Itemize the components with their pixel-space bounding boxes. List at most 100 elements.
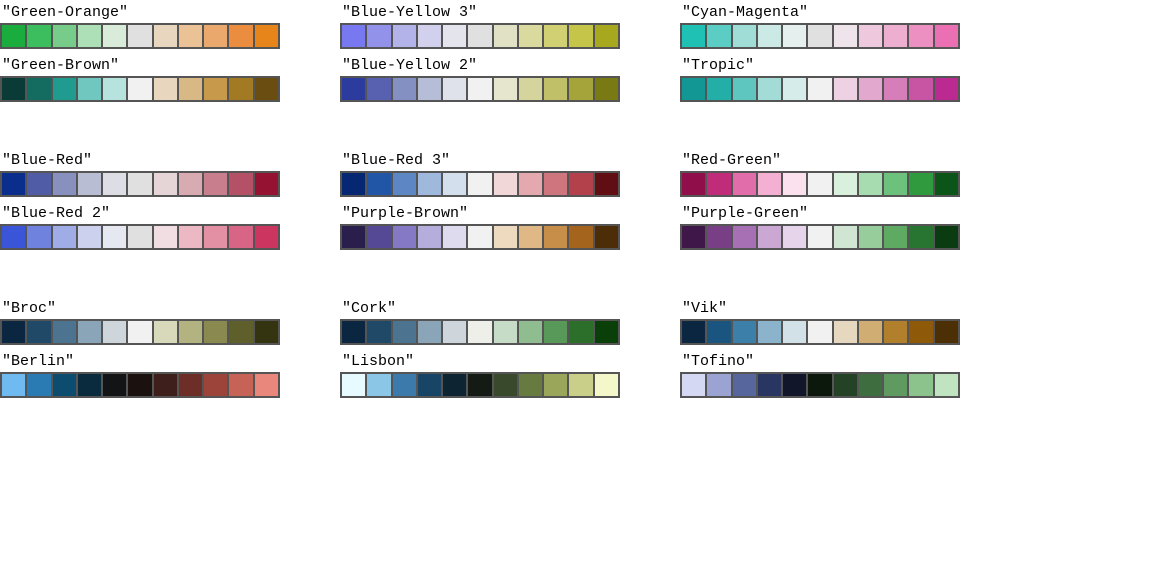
swatch — [1, 77, 26, 101]
swatch — [858, 77, 883, 101]
swatch — [568, 24, 593, 48]
swatch — [1, 225, 26, 249]
swatch — [366, 320, 391, 344]
swatch — [543, 77, 568, 101]
palette: "Red-Green" — [680, 152, 960, 197]
swatch — [757, 320, 782, 344]
swatch — [26, 373, 51, 397]
swatch — [782, 373, 807, 397]
swatch — [467, 172, 492, 196]
swatch — [732, 77, 757, 101]
swatch — [568, 320, 593, 344]
swatch — [934, 172, 959, 196]
swatch — [52, 77, 77, 101]
swatch — [706, 77, 731, 101]
swatch — [254, 24, 279, 48]
swatch — [883, 172, 908, 196]
swatch — [366, 24, 391, 48]
swatch — [228, 77, 253, 101]
swatch — [392, 320, 417, 344]
swatch — [732, 320, 757, 344]
swatch — [493, 373, 518, 397]
swatch — [102, 172, 127, 196]
palette-group: "Broc""Cork""Vik""Berlin""Lisbon""Tofino… — [0, 300, 1152, 398]
palette-row: "Blue-Red 2""Purple-Brown""Purple-Green" — [0, 205, 1152, 250]
swatch — [127, 373, 152, 397]
swatch — [228, 320, 253, 344]
swatch — [1, 24, 26, 48]
swatch — [518, 77, 543, 101]
palette-label: "Blue-Yellow 2" — [340, 57, 620, 74]
swatch-row — [680, 171, 960, 197]
swatch — [732, 24, 757, 48]
swatch — [153, 77, 178, 101]
palette: "Tropic" — [680, 57, 960, 102]
swatch-row — [680, 23, 960, 49]
swatch — [127, 24, 152, 48]
swatch — [908, 77, 933, 101]
palette-label: "Green-Orange" — [0, 4, 280, 21]
swatch — [127, 77, 152, 101]
swatch-row — [340, 23, 620, 49]
swatch — [203, 172, 228, 196]
swatch — [807, 320, 832, 344]
swatch — [757, 24, 782, 48]
swatch — [833, 320, 858, 344]
swatch — [77, 172, 102, 196]
swatch — [77, 320, 102, 344]
swatch — [681, 77, 706, 101]
swatch — [127, 225, 152, 249]
swatch — [26, 225, 51, 249]
swatch — [833, 225, 858, 249]
palette-grid: "Green-Orange" "Blue-Yellow 3" "Cyan-Magen… — [0, 0, 1152, 398]
swatch — [782, 172, 807, 196]
palette-label: "Cork" — [340, 300, 620, 317]
swatch — [681, 320, 706, 344]
swatch — [858, 172, 883, 196]
swatch — [366, 172, 391, 196]
swatch — [228, 373, 253, 397]
swatch — [127, 172, 152, 196]
swatch — [908, 373, 933, 397]
swatch — [254, 225, 279, 249]
swatch — [341, 172, 366, 196]
swatch — [706, 373, 731, 397]
swatch — [52, 24, 77, 48]
palette: "Purple-Brown" — [340, 205, 620, 250]
swatch — [178, 320, 203, 344]
swatch — [102, 225, 127, 249]
swatch — [254, 77, 279, 101]
swatch — [757, 373, 782, 397]
palette: "Blue-Red 3" — [340, 152, 620, 197]
palette-label: "Lisbon" — [340, 353, 620, 370]
swatch — [594, 373, 619, 397]
swatch-row — [340, 171, 620, 197]
swatch — [228, 172, 253, 196]
swatch — [26, 172, 51, 196]
swatch — [568, 77, 593, 101]
swatch — [341, 77, 366, 101]
swatch — [681, 172, 706, 196]
swatch — [467, 320, 492, 344]
swatch — [883, 225, 908, 249]
swatch-row — [340, 372, 620, 398]
swatch — [594, 320, 619, 344]
swatch — [934, 225, 959, 249]
swatch — [782, 24, 807, 48]
swatch — [366, 77, 391, 101]
palette-row: "Green-Orange" "Blue-Yellow 3" "Cyan-Magen… — [0, 4, 1152, 49]
swatch — [178, 77, 203, 101]
palette: "Blue-Yellow 3" — [340, 4, 620, 49]
swatch-row — [680, 372, 960, 398]
palette: "Cyan-Magenta" — [680, 4, 960, 49]
swatch — [833, 24, 858, 48]
swatch — [467, 225, 492, 249]
swatch — [442, 172, 467, 196]
swatch — [467, 373, 492, 397]
swatch — [102, 320, 127, 344]
palette-label: "Tofino" — [680, 353, 960, 370]
swatch — [807, 373, 832, 397]
swatch — [543, 373, 568, 397]
palette-label: "Broc" — [0, 300, 280, 317]
swatch — [543, 172, 568, 196]
